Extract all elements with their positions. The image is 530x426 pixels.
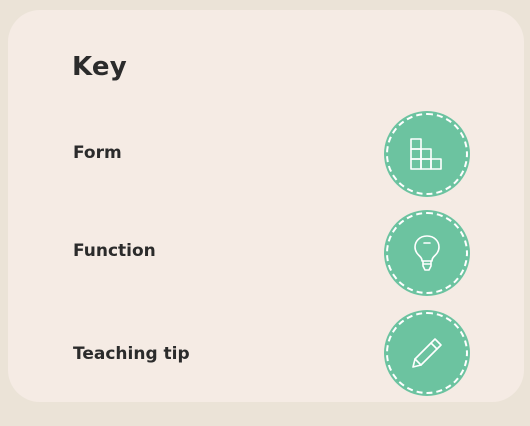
key-title: Key bbox=[72, 52, 127, 82]
stacked-blocks-icon bbox=[407, 136, 447, 172]
form-badge bbox=[386, 113, 468, 195]
pencil-icon bbox=[408, 334, 446, 372]
teaching-tip-badge bbox=[386, 312, 468, 394]
function-badge bbox=[386, 212, 468, 294]
key-item-teaching-tip-label: Teaching tip bbox=[73, 344, 190, 364]
key-card: Key Form Function Teaching tip bbox=[8, 10, 524, 402]
key-item-form-label: Form bbox=[73, 143, 122, 163]
lightbulb-icon bbox=[411, 233, 443, 273]
key-item-function-label: Function bbox=[73, 241, 156, 261]
